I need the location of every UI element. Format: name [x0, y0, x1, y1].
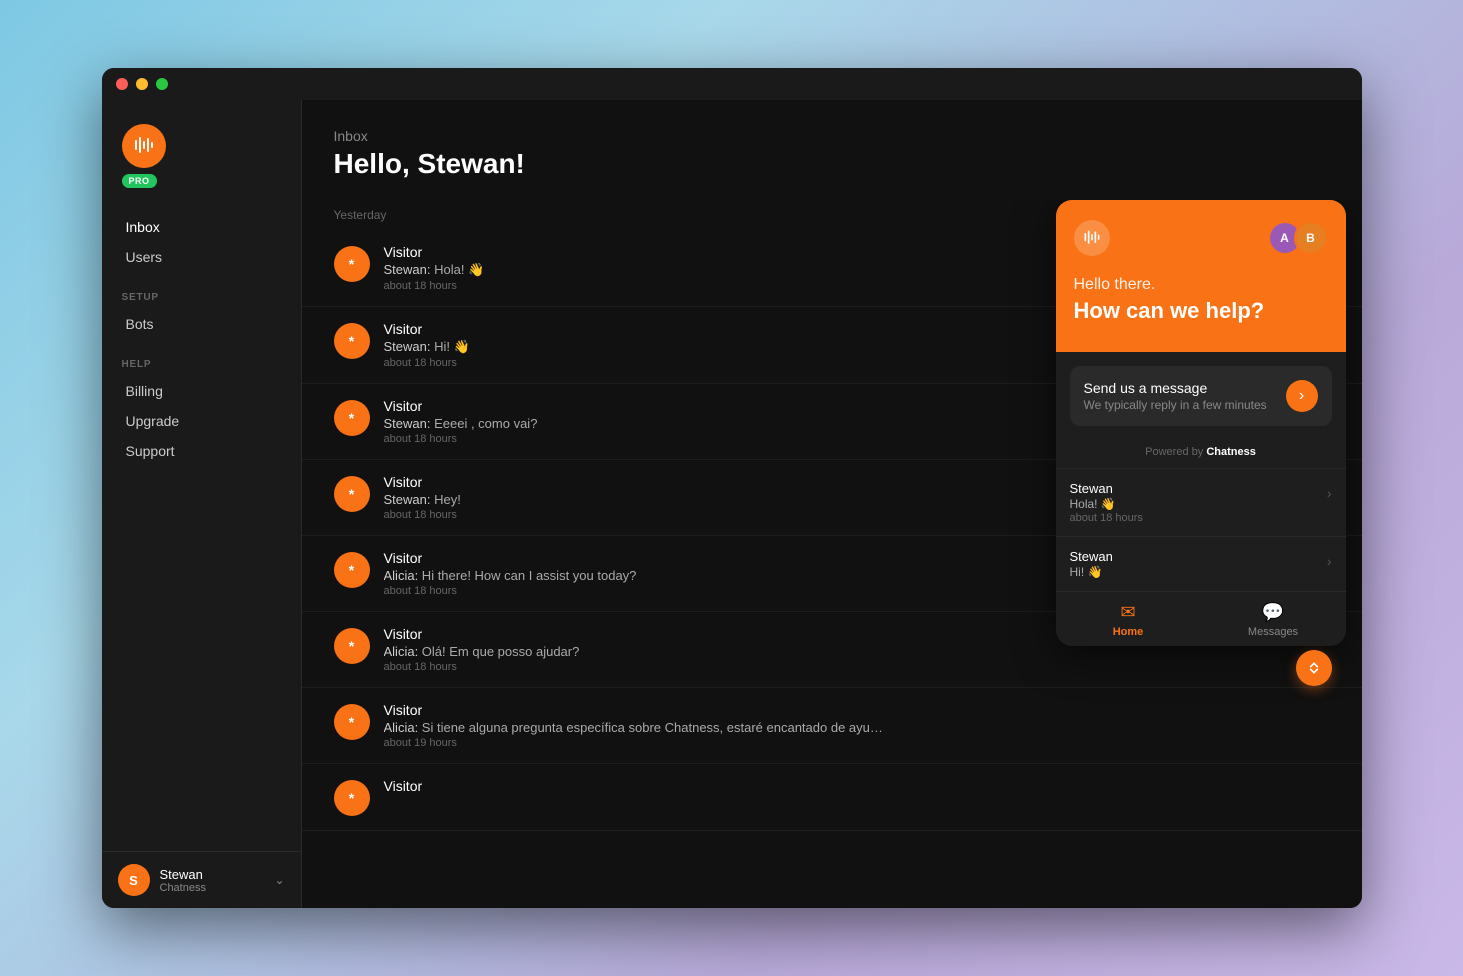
widget-conv-message: Hola! 👋 — [1070, 497, 1319, 511]
page-title: Hello, Stewan! — [334, 148, 1330, 180]
sidebar-section-help: HELP Billing Upgrade Support — [102, 347, 301, 466]
conv-preview: Stewan: Eeeei , como vai? — [384, 416, 884, 431]
maximize-button[interactable] — [156, 78, 168, 90]
sidebar-section-setup: SETUP Bots — [102, 280, 301, 339]
widget-conv-item[interactable]: Stewan Hola! 👋 about 18 hours › — [1056, 468, 1346, 536]
widget-conv-item[interactable]: Stewan Hi! 👋 › — [1056, 536, 1346, 591]
conversation-item[interactable]: * Visitor Alicia: Si tiene alguna pregun… — [302, 688, 1362, 764]
main-content: PRO Inbox Users SETUP Bots HELP — [102, 100, 1362, 908]
sidebar-item-upgrade[interactable]: Upgrade — [118, 406, 285, 436]
widget-conversations: Stewan Hola! 👋 about 18 hours › Stewan H… — [1056, 468, 1346, 591]
conversation-item[interactable]: * Visitor — [302, 764, 1362, 831]
user-profile-button[interactable]: S Stewan Chatness ⌄ — [102, 851, 301, 908]
sidebar: PRO Inbox Users SETUP Bots HELP — [102, 100, 302, 908]
widget-cta-text: Send us a message We typically reply in … — [1084, 380, 1267, 412]
widget-cta-button[interactable]: Send us a message We typically reply in … — [1070, 366, 1332, 426]
widget-cta-title: Send us a message — [1084, 380, 1267, 396]
widget-conv-name: Stewan — [1070, 549, 1319, 564]
pro-badge: PRO — [122, 174, 157, 188]
minimize-button[interactable] — [136, 78, 148, 90]
widget-body: Send us a message We typically reply in … — [1056, 352, 1346, 468]
conv-body: Visitor — [384, 778, 1330, 796]
widget-container: A B Hello there. How can we help? — [1056, 200, 1346, 646]
widget-conv-message: Hi! 👋 — [1070, 565, 1319, 579]
user-avatar: S — [118, 864, 150, 896]
widget-conv-info: Stewan Hola! 👋 about 18 hours — [1070, 481, 1319, 524]
widget-conv-time: about 18 hours — [1070, 512, 1319, 524]
tab-messages[interactable]: 💬 Messages — [1201, 592, 1346, 646]
chevron-down-icon: ⌄ — [274, 873, 284, 887]
conv-avatar: * — [334, 628, 370, 664]
close-button[interactable] — [116, 78, 128, 90]
sidebar-item-billing[interactable]: Billing — [118, 376, 285, 406]
sidebar-item-support[interactable]: Support — [118, 436, 285, 466]
conv-preview: Alicia: Si tiene alguna pregunta específ… — [384, 720, 884, 735]
user-info: Stewan Chatness — [160, 867, 265, 894]
tab-home[interactable]: ✉ Home — [1056, 592, 1201, 646]
conv-avatar: * — [334, 552, 370, 588]
conv-preview: Alicia: Olá! Em que posso ajudar? — [384, 644, 884, 659]
send-arrow-icon: › — [1286, 380, 1318, 412]
main-panel: Inbox Hello, Stewan! Yesterday * Visitor… — [302, 100, 1362, 908]
conv-avatar: * — [334, 476, 370, 512]
conv-preview: Stewan: Hey! — [384, 492, 884, 507]
widget-heading: How can we help? — [1074, 298, 1328, 324]
user-name: Stewan — [160, 867, 265, 882]
widget-logo-icon — [1074, 220, 1110, 256]
main-header: Inbox Hello, Stewan! — [302, 100, 1362, 200]
sidebar-item-inbox[interactable]: Inbox — [118, 212, 285, 242]
chevron-right-icon: › — [1327, 553, 1332, 569]
inbox-label: Inbox — [334, 128, 1330, 144]
app-window: PRO Inbox Users SETUP Bots HELP — [102, 68, 1362, 908]
powered-by: Powered by Chatness — [1070, 438, 1332, 468]
widget-header-top: A B — [1074, 220, 1328, 256]
sidebar-logo-area: PRO — [102, 116, 301, 212]
user-company: Chatness — [160, 882, 265, 894]
main-body: Yesterday * Visitor Stewan: Hola! 👋 abou… — [302, 200, 1362, 908]
messages-tab-label: Messages — [1248, 626, 1298, 638]
chat-widget: A B Hello there. How can we help? — [1056, 200, 1346, 666]
conv-avatar: * — [334, 323, 370, 359]
sidebar-section-main: Inbox Users — [102, 212, 301, 272]
home-tab-label: Home — [1113, 626, 1144, 638]
sidebar-section-label-help: HELP — [118, 347, 285, 376]
sidebar-item-bots[interactable]: Bots — [118, 309, 285, 339]
messages-tab-icon: 💬 — [1262, 602, 1284, 623]
widget-conv-info: Stewan Hi! 👋 — [1070, 549, 1319, 579]
conv-time: about 19 hours — [384, 737, 1330, 749]
conv-preview: Stewan: Hi! 👋 — [384, 339, 884, 355]
app-logo-icon — [122, 124, 166, 168]
widget-cta-sub: We typically reply in a few minutes — [1084, 398, 1267, 412]
widget-tabs: ✉ Home 💬 Messages — [1056, 591, 1346, 646]
conv-preview: Stewan: Hola! 👋 — [384, 262, 884, 278]
widget-conv-name: Stewan — [1070, 481, 1319, 496]
sidebar-section-label-setup: SETUP — [118, 280, 285, 309]
conv-body: Visitor Alicia: Si tiene alguna pregunta… — [384, 702, 1330, 749]
sidebar-item-users[interactable]: Users — [118, 242, 285, 272]
conv-preview: Alicia: Hi there! How can I assist you t… — [384, 568, 884, 583]
widget-header: A B Hello there. How can we help? — [1056, 200, 1346, 352]
conv-avatar: * — [334, 704, 370, 740]
home-tab-icon: ✉ — [1120, 602, 1135, 623]
widget-agents: A B — [1268, 221, 1328, 255]
conv-name: Visitor — [384, 702, 1330, 718]
conv-avatar: * — [334, 246, 370, 282]
conv-avatar: * — [334, 780, 370, 816]
conv-name: Visitor — [384, 778, 1330, 794]
chevron-right-icon: › — [1327, 485, 1332, 501]
widget-greeting: Hello there. — [1074, 276, 1328, 294]
conv-avatar: * — [334, 400, 370, 436]
titlebar — [102, 68, 1362, 100]
widget-expand-button[interactable] — [1296, 650, 1332, 686]
agent-avatar-2: B — [1294, 221, 1328, 255]
